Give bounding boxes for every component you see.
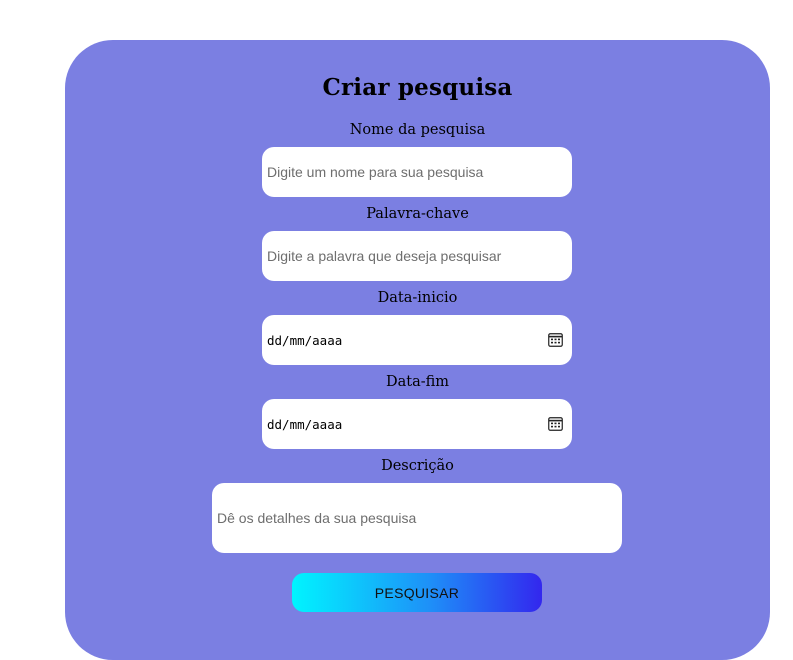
calendar-icon[interactable] xyxy=(548,333,563,347)
keyword-field[interactable] xyxy=(262,231,572,281)
keyword-input[interactable] xyxy=(267,248,563,264)
end-date-field[interactable]: dd/mm/aaaa xyxy=(262,399,572,449)
start-date-field[interactable]: dd/mm/aaaa xyxy=(262,315,572,365)
search-name-input[interactable] xyxy=(267,164,563,180)
description-label: Descrição xyxy=(381,458,454,474)
end-date-input[interactable]: dd/mm/aaaa xyxy=(267,417,548,432)
calendar-icon[interactable] xyxy=(548,417,563,431)
search-button[interactable]: PESQUISAR xyxy=(292,573,542,612)
create-search-card: Criar pesquisa Nome da pesquisa Palavra-… xyxy=(65,40,770,660)
description-input[interactable] xyxy=(217,510,613,526)
description-field[interactable] xyxy=(212,483,622,553)
keyword-label: Palavra-chave xyxy=(366,206,469,222)
page-title: Criar pesquisa xyxy=(322,74,513,101)
search-name-label: Nome da pesquisa xyxy=(349,122,486,138)
search-name-field[interactable] xyxy=(262,147,572,197)
start-date-label: Data-inicio xyxy=(377,290,458,306)
start-date-input[interactable]: dd/mm/aaaa xyxy=(267,333,548,348)
end-date-label: Data-fim xyxy=(385,374,450,390)
